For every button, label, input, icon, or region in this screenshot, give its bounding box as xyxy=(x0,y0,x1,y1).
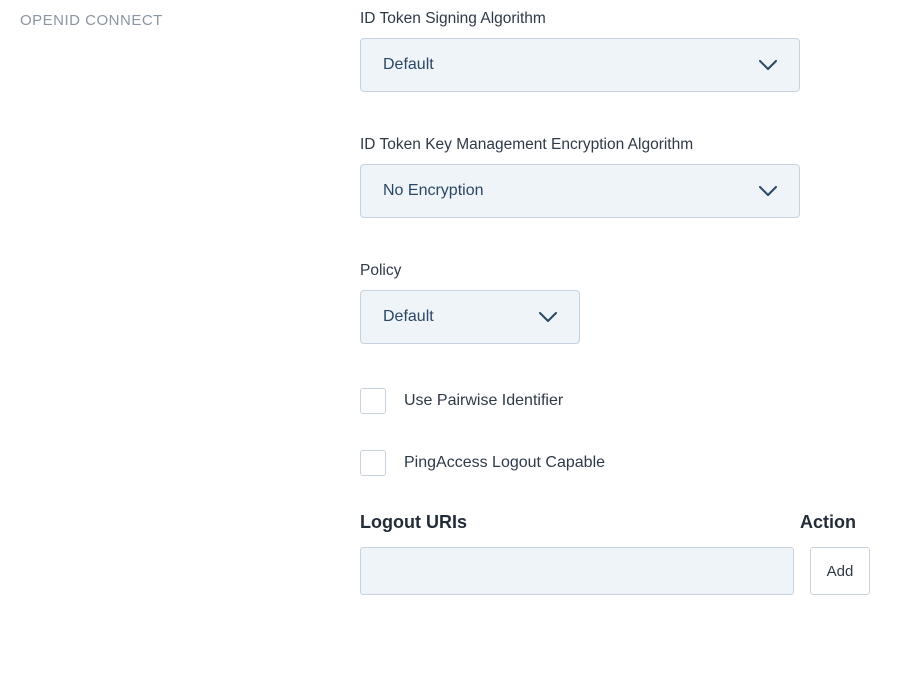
logout-uris-action-heading: Action xyxy=(800,512,870,533)
select-policy-value: Default xyxy=(383,308,434,326)
label-use-pairwise: Use Pairwise Identifier xyxy=(404,392,563,410)
logout-uris-section: Logout URIs Action Add xyxy=(360,512,870,595)
field-id-token-key-mgmt: ID Token Key Management Encryption Algor… xyxy=(360,136,870,218)
select-id-token-signing[interactable]: Default xyxy=(360,38,800,92)
checkbox-pingaccess-logout[interactable] xyxy=(360,450,386,476)
select-policy[interactable]: Default xyxy=(360,290,580,344)
field-use-pairwise: Use Pairwise Identifier xyxy=(360,388,870,414)
logout-uris-heading: Logout URIs xyxy=(360,512,467,533)
openid-connect-form: ID Token Signing Algorithm Default ID To… xyxy=(360,10,870,595)
checkbox-use-pairwise[interactable] xyxy=(360,388,386,414)
label-id-token-signing: ID Token Signing Algorithm xyxy=(360,10,870,28)
select-id-token-key-mgmt[interactable]: No Encryption xyxy=(360,164,800,218)
label-policy: Policy xyxy=(360,262,870,280)
chevron-down-icon xyxy=(539,312,557,323)
field-id-token-signing: ID Token Signing Algorithm Default xyxy=(360,10,870,92)
field-policy: Policy Default xyxy=(360,262,870,344)
field-pingaccess-logout: PingAccess Logout Capable xyxy=(360,450,870,476)
logout-uri-input[interactable] xyxy=(360,547,794,595)
label-pingaccess-logout: PingAccess Logout Capable xyxy=(404,454,605,472)
select-id-token-signing-value: Default xyxy=(383,56,434,74)
add-logout-uri-button[interactable]: Add xyxy=(810,547,870,595)
section-heading: OPENID CONNECT xyxy=(20,10,360,595)
chevron-down-icon xyxy=(759,186,777,197)
chevron-down-icon xyxy=(759,60,777,71)
openid-connect-section: OPENID CONNECT ID Token Signing Algorith… xyxy=(0,0,900,625)
logout-uris-row: Add xyxy=(360,547,870,595)
label-id-token-key-mgmt: ID Token Key Management Encryption Algor… xyxy=(360,136,870,154)
logout-uris-header: Logout URIs Action xyxy=(360,512,870,533)
select-id-token-key-mgmt-value: No Encryption xyxy=(383,182,484,200)
